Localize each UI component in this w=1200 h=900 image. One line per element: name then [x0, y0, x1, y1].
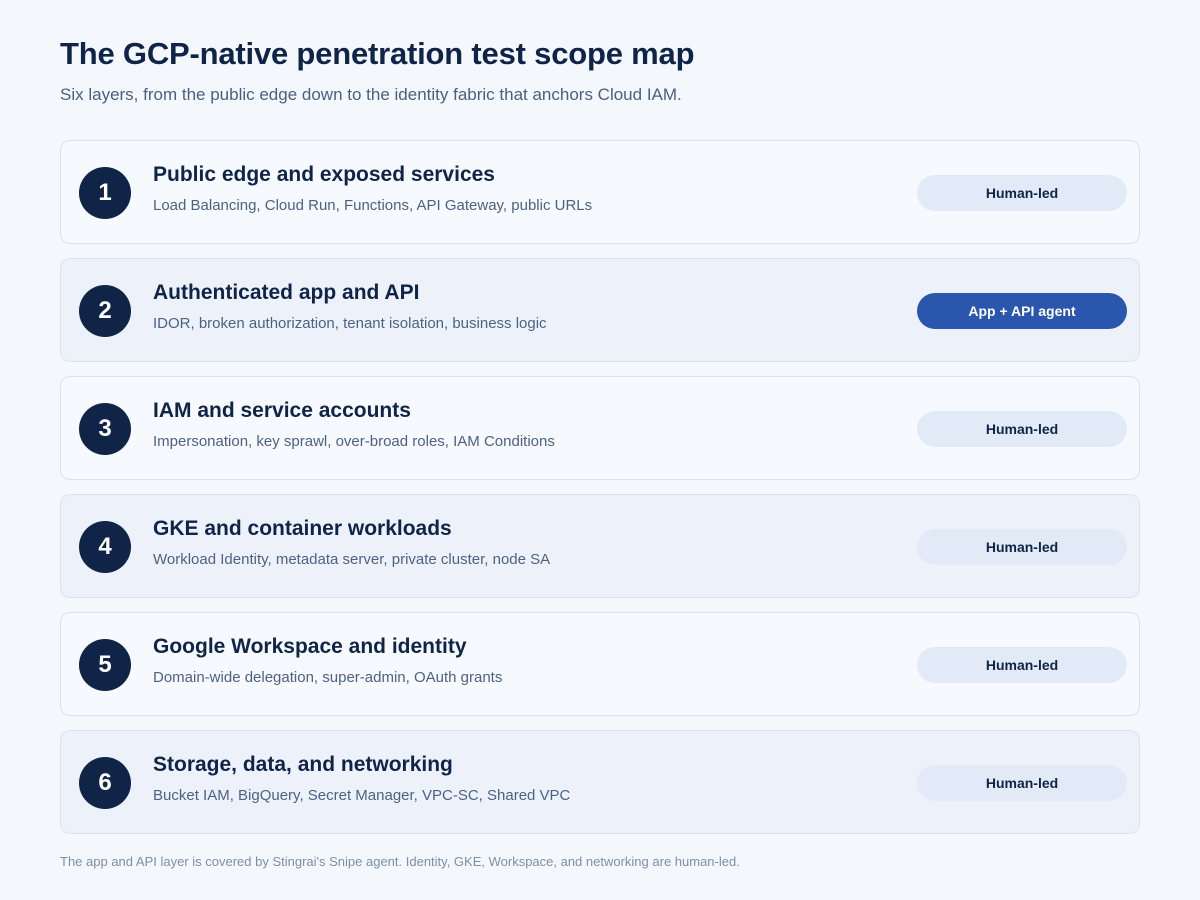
page-subtitle: Six layers, from the public edge down to…	[60, 85, 682, 104]
coverage-badge: Human-led	[917, 647, 1127, 683]
coverage-badge: Human-led	[917, 411, 1127, 447]
layer-description: Domain-wide delegation, super-admin, OAu…	[153, 669, 503, 686]
layer-title: IAM and service accounts	[153, 399, 411, 422]
layer-number-badge: 4	[79, 521, 131, 573]
layer-card-1: 1 Public edge and exposed services Load …	[60, 140, 1140, 244]
scope-map-page: The GCP-native penetration test scope ma…	[0, 0, 1200, 900]
layer-title: Authenticated app and API	[153, 281, 420, 304]
layer-card-6: 6 Storage, data, and networking Bucket I…	[60, 730, 1140, 834]
layer-card-4: 4 GKE and container workloads Workload I…	[60, 494, 1140, 598]
layer-card-3: 3 IAM and service accounts Impersonation…	[60, 376, 1140, 480]
layer-description: Workload Identity, metadata server, priv…	[153, 551, 551, 568]
layer-card-5: 5 Google Workspace and identity Domain-w…	[60, 612, 1140, 716]
layer-description: IDOR, broken authorization, tenant isola…	[153, 315, 547, 332]
layer-card-2: 2 Authenticated app and API IDOR, broken…	[60, 258, 1140, 362]
coverage-badge: Human-led	[917, 175, 1127, 211]
layer-title: Google Workspace and identity	[153, 635, 467, 658]
layer-number-badge: 6	[79, 757, 131, 809]
page-title: The GCP-native penetration test scope ma…	[60, 36, 695, 71]
layer-number-badge: 1	[79, 167, 131, 219]
coverage-badge: Human-led	[917, 529, 1127, 565]
layer-description: Load Balancing, Cloud Run, Functions, AP…	[153, 197, 593, 214]
coverage-badge: App + API agent	[917, 293, 1127, 329]
layer-number-badge: 3	[79, 403, 131, 455]
footer-note: The app and API layer is covered by Stin…	[60, 854, 740, 869]
layer-title: GKE and container workloads	[153, 517, 452, 540]
layer-number-badge: 2	[79, 285, 131, 337]
layer-description: Bucket IAM, BigQuery, Secret Manager, VP…	[153, 787, 571, 804]
layer-number-badge: 5	[79, 639, 131, 691]
layer-description: Impersonation, key sprawl, over-broad ro…	[153, 433, 555, 450]
layer-title: Storage, data, and networking	[153, 753, 453, 776]
coverage-badge: Human-led	[917, 765, 1127, 801]
layer-title: Public edge and exposed services	[153, 163, 495, 186]
